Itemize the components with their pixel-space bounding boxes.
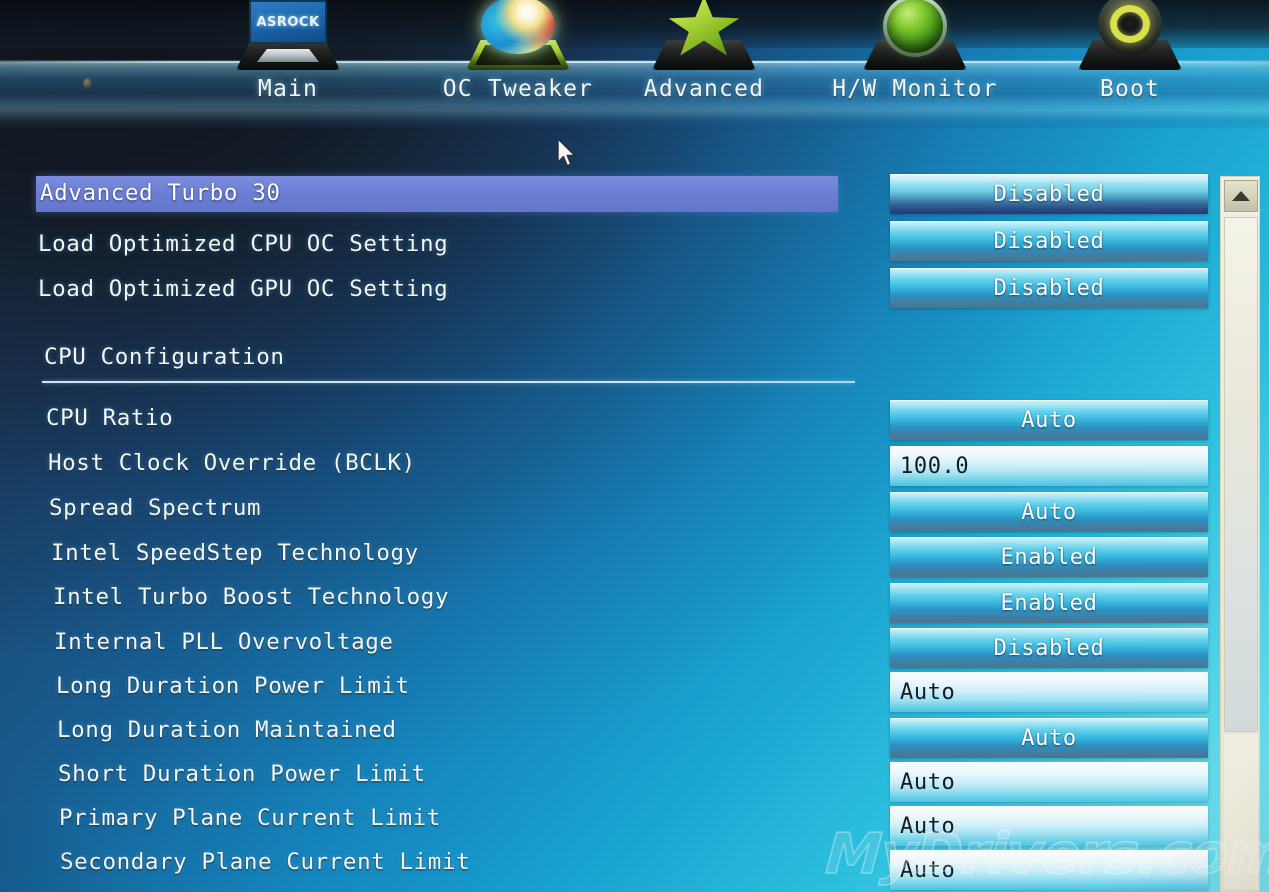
setting-row-intel-speedstep-technology[interactable]: Intel SpeedStep Technology: [51, 540, 419, 566]
setting-label: Intel Turbo Boost Technology: [53, 584, 450, 610]
setting-label: Advanced Turbo 30: [40, 180, 281, 206]
settings-label-column: Advanced Turbo 30 Load Optimized CPU OC …: [0, 0, 880, 892]
setting-row-load-optimized-gpu-oc-setting[interactable]: Load Optimized GPU OC Setting: [38, 276, 448, 302]
value-dropdown-load-optimized-cpu-oc-setting[interactable]: Disabled: [890, 221, 1208, 261]
value-textbox-host-clock-override[interactable]: 100.0: [890, 446, 1208, 486]
value-textbox-primary-plane-current-limit[interactable]: Auto: [890, 806, 1208, 846]
settings-value-column: Disabled Disabled Disabled Auto 100.0 Au…: [888, 0, 1218, 892]
setting-row-load-optimized-cpu-oc-setting[interactable]: Load Optimized CPU OC Setting: [38, 231, 448, 257]
scrollbar-track-lower[interactable]: [1224, 734, 1258, 889]
setting-label: Load Optimized CPU OC Setting: [38, 231, 449, 257]
setting-row-short-duration-power-limit[interactable]: Short Duration Power Limit: [58, 761, 426, 787]
bios-screen: ASROCK Main OC Tweaker Advanced H/W Moni…: [0, 0, 1269, 892]
value-dropdown-intel-speedstep-technology[interactable]: Enabled: [890, 537, 1208, 577]
setting-label: Short Duration Power Limit: [58, 761, 426, 787]
section-heading-cpu-configuration: CPU Configuration: [44, 344, 285, 370]
setting-label: Spread Spectrum: [49, 495, 262, 521]
setting-row-host-clock-override[interactable]: Host Clock Override (BCLK): [48, 450, 416, 476]
scrollbar-thumb[interactable]: [1224, 217, 1258, 732]
setting-row-secondary-plane-current-limit[interactable]: Secondary Plane Current Limit: [60, 849, 470, 875]
setting-row-long-duration-power-limit[interactable]: Long Duration Power Limit: [56, 673, 410, 699]
mouse-cursor-icon: [556, 138, 578, 174]
value-dropdown-internal-pll-overvoltage[interactable]: Disabled: [890, 628, 1208, 668]
setting-label: CPU Ratio: [46, 405, 174, 431]
section-divider: [42, 381, 855, 383]
setting-row-spread-spectrum[interactable]: Spread Spectrum: [49, 495, 261, 521]
setting-label: Intel SpeedStep Technology: [51, 540, 419, 566]
value-dropdown-long-duration-maintained[interactable]: Auto: [890, 718, 1208, 758]
setting-row-intel-turbo-boost-technology[interactable]: Intel Turbo Boost Technology: [53, 584, 449, 610]
setting-label: Secondary Plane Current Limit: [60, 849, 471, 875]
value-dropdown-load-optimized-gpu-oc-setting[interactable]: Disabled: [890, 268, 1208, 308]
value-dropdown-spread-spectrum[interactable]: Auto: [890, 492, 1208, 532]
vertical-scrollbar[interactable]: [1220, 176, 1260, 892]
scroll-up-arrow-icon[interactable]: [1224, 180, 1258, 212]
setting-label: Load Optimized GPU OC Setting: [38, 276, 449, 302]
setting-row-cpu-ratio[interactable]: CPU Ratio: [46, 405, 173, 431]
setting-row-internal-pll-overvoltage[interactable]: Internal PLL Overvoltage: [54, 629, 394, 655]
setting-label: Primary Plane Current Limit: [59, 805, 441, 831]
setting-label: Long Duration Maintained: [57, 717, 397, 743]
value-dropdown-advanced-turbo-30[interactable]: Disabled: [890, 174, 1208, 214]
setting-row-advanced-turbo-30[interactable]: Advanced Turbo 30: [36, 176, 838, 212]
setting-row-primary-plane-current-limit[interactable]: Primary Plane Current Limit: [59, 805, 441, 831]
value-dropdown-intel-turbo-boost-technology[interactable]: Enabled: [890, 583, 1208, 623]
setting-row-long-duration-maintained[interactable]: Long Duration Maintained: [57, 717, 397, 743]
value-textbox-short-duration-power-limit[interactable]: Auto: [890, 762, 1208, 802]
setting-label: Host Clock Override (BCLK): [48, 450, 416, 476]
value-dropdown-cpu-ratio[interactable]: Auto: [890, 400, 1208, 440]
value-textbox-long-duration-power-limit[interactable]: Auto: [890, 672, 1208, 712]
setting-label: Long Duration Power Limit: [56, 673, 410, 699]
value-textbox-secondary-plane-current-limit[interactable]: Auto: [890, 850, 1208, 890]
setting-label: Internal PLL Overvoltage: [54, 629, 394, 655]
